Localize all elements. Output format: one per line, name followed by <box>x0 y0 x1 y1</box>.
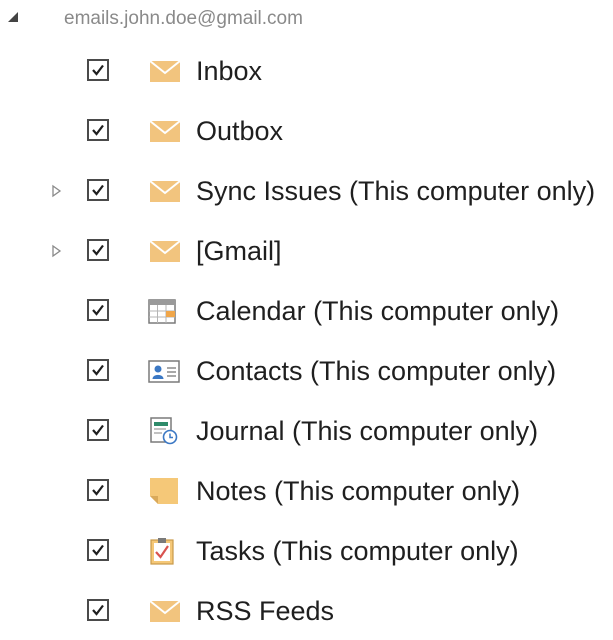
folder-row-gmail[interactable]: [Gmail] <box>0 220 613 280</box>
account-row[interactable]: emails.john.doe@gmail.com <box>0 0 613 38</box>
checkmark-icon <box>92 244 104 256</box>
folder-row-sync-issues[interactable]: Sync Issues (This computer only) <box>0 160 613 220</box>
folder-label: [Gmail] <box>196 236 282 266</box>
folder-row-tasks[interactable]: Tasks (This computer only) <box>0 520 613 580</box>
folder-row-contacts[interactable]: Contacts (This computer only) <box>0 340 613 400</box>
folder-row-rss-feeds[interactable]: RSS Feeds <box>0 580 613 640</box>
folder-checkbox[interactable] <box>87 539 109 561</box>
folder-row-inbox[interactable]: Inbox <box>0 40 613 100</box>
expand-arrow-icon[interactable] <box>50 244 62 258</box>
checkmark-icon <box>92 64 104 76</box>
mail-icon <box>149 180 181 202</box>
checkmark-icon <box>92 304 104 316</box>
journal-icon <box>150 417 178 445</box>
calendar-icon <box>148 299 176 324</box>
checkmark-icon <box>92 124 104 136</box>
folder-list: Inbox Outbox Sync Issues (This computer … <box>0 40 613 640</box>
folder-checkbox[interactable] <box>87 599 109 621</box>
folder-label: Outbox <box>196 116 284 146</box>
account-email: emails.john.doe@gmail.com <box>64 8 303 29</box>
folder-row-calendar[interactable]: Calendar (This computer only) <box>0 280 613 340</box>
folder-checkbox[interactable] <box>87 479 109 501</box>
folder-label: RSS Feeds <box>196 596 335 626</box>
folder-checkbox[interactable] <box>87 299 109 321</box>
folder-label: Journal (This computer only) <box>196 416 539 446</box>
mail-icon <box>149 240 181 262</box>
mail-icon <box>149 60 181 82</box>
folder-label: Notes (This computer only) <box>196 476 521 506</box>
checkmark-icon <box>92 544 104 556</box>
folder-row-notes[interactable]: Notes (This computer only) <box>0 460 613 520</box>
folder-checkbox[interactable] <box>87 59 109 81</box>
note-icon <box>150 478 178 504</box>
collapse-arrow-icon[interactable] <box>6 10 20 24</box>
folder-checkbox[interactable] <box>87 239 109 261</box>
checkmark-icon <box>92 364 104 376</box>
mail-icon <box>149 120 181 142</box>
expand-arrow-icon[interactable] <box>50 184 62 198</box>
folder-label: Inbox <box>196 56 263 86</box>
folder-checkbox[interactable] <box>87 359 109 381</box>
folder-label: Contacts (This computer only) <box>196 356 557 386</box>
task-clipboard-icon <box>150 538 174 565</box>
folder-label: Tasks (This computer only) <box>196 536 519 566</box>
folder-checkbox[interactable] <box>87 119 109 141</box>
folder-checkbox[interactable] <box>87 419 109 441</box>
folder-label: Calendar (This computer only) <box>196 296 560 326</box>
mail-icon <box>149 600 181 622</box>
folder-label: Sync Issues (This computer only) <box>196 176 596 206</box>
folder-checkbox[interactable] <box>87 179 109 201</box>
folder-row-journal[interactable]: Journal (This computer only) <box>0 400 613 460</box>
checkmark-icon <box>92 484 104 496</box>
checkmark-icon <box>92 424 104 436</box>
checkmark-icon <box>92 604 104 616</box>
folder-row-outbox[interactable]: Outbox <box>0 100 613 160</box>
contact-card-icon <box>148 360 180 383</box>
checkmark-icon <box>92 184 104 196</box>
